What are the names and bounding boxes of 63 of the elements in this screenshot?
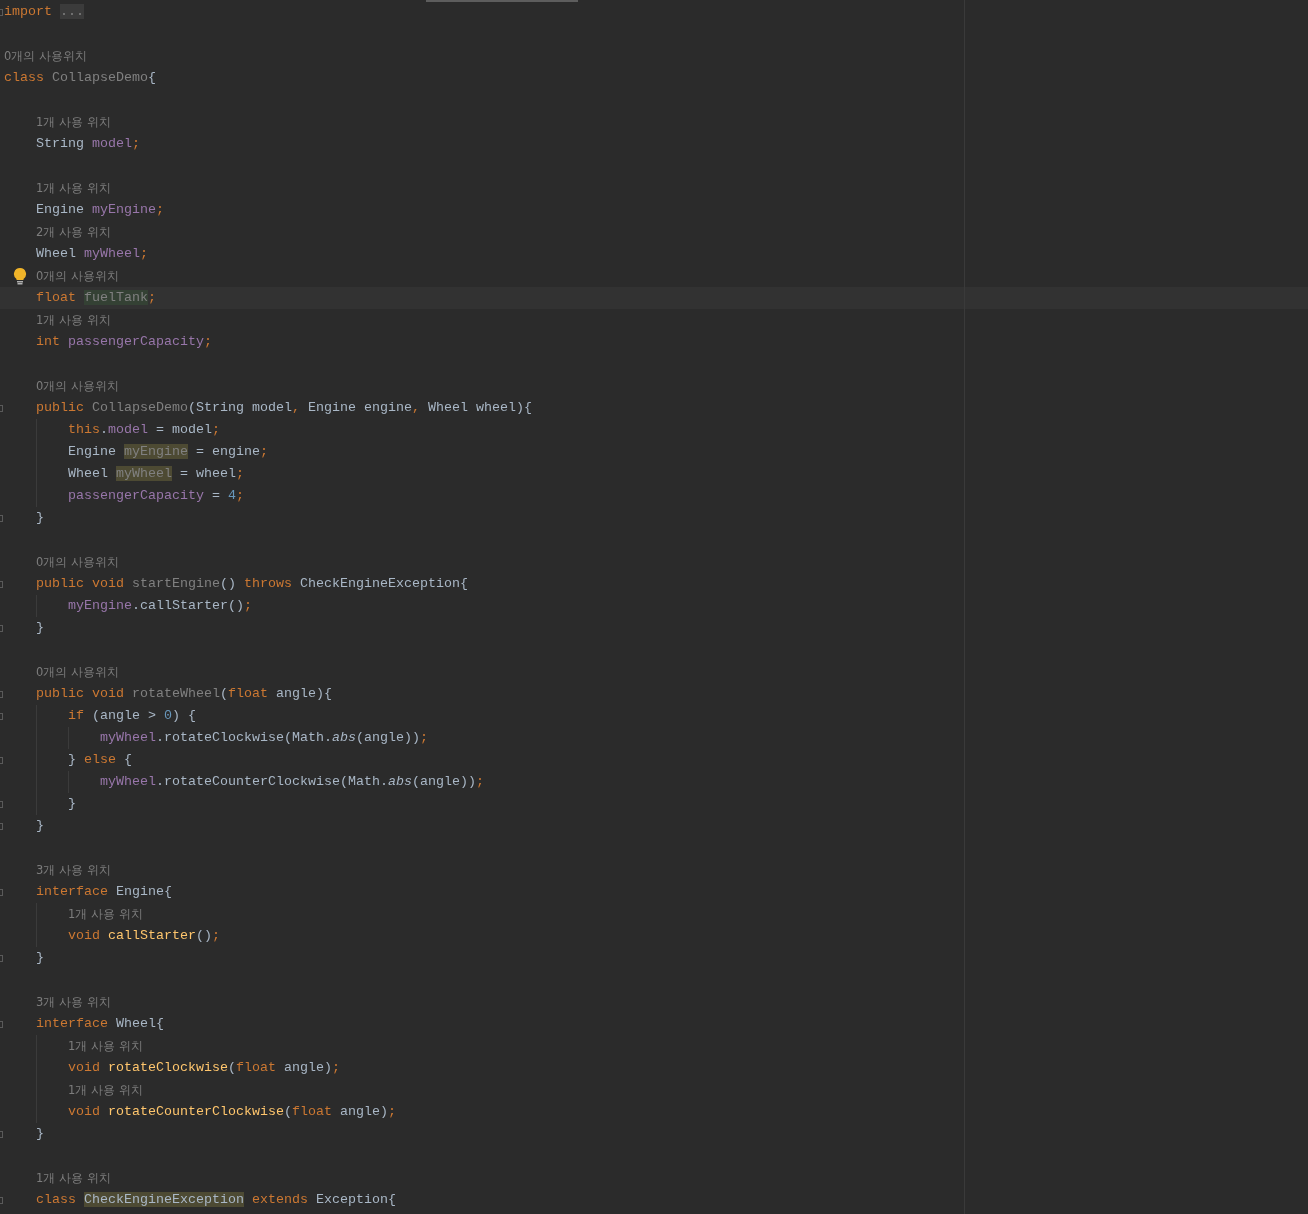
code-line: void rotateCounterClockwise(float angle); xyxy=(68,1103,396,1121)
code-line: passengerCapacity = 4; xyxy=(68,487,244,505)
scrollbar-thumb[interactable] xyxy=(426,0,578,2)
code-line: } xyxy=(36,817,44,835)
code-line: void callStarter(); xyxy=(68,927,220,945)
code-line: } xyxy=(36,1125,44,1143)
code-line: } xyxy=(36,619,44,637)
code-line: myWheel.rotateCounterClockwise(Math.abs(angle)); xyxy=(100,773,484,791)
fold-marker-icon[interactable] xyxy=(0,690,3,698)
fold-marker-icon[interactable] xyxy=(0,712,3,720)
code-line: class CheckEngineException extends Exception{ xyxy=(36,1191,396,1209)
code-line: float fuelTank; xyxy=(36,289,156,307)
fold-marker-icon[interactable] xyxy=(0,580,3,588)
fold-marker-icon[interactable] xyxy=(0,1196,3,1204)
usage-hint[interactable]: 0개의 사용위치 xyxy=(36,265,119,287)
fold-marker-icon[interactable] xyxy=(0,8,3,16)
code-line: } xyxy=(68,795,76,813)
code-line: if (angle > 0) { xyxy=(68,707,196,725)
usage-hint[interactable]: 1개 사용 위치 xyxy=(36,1167,111,1189)
code-line: Wheel myWheel; xyxy=(36,245,148,263)
code-line: public void startEngine() throws CheckEngineException{ xyxy=(36,575,468,593)
usage-hint[interactable]: 1개 사용 위치 xyxy=(68,1035,143,1057)
usage-hint[interactable]: 3개 사용 위치 xyxy=(36,991,111,1013)
code-line: interface Wheel{ xyxy=(36,1015,164,1033)
code-line: interface Engine{ xyxy=(36,883,172,901)
fold-marker-icon[interactable] xyxy=(0,1130,3,1138)
code-line: } else { xyxy=(68,751,132,769)
lightbulb-icon[interactable] xyxy=(13,267,27,285)
code-line: String model; xyxy=(36,135,140,153)
code-line: } xyxy=(36,949,44,967)
usage-hint[interactable]: 1개 사용 위치 xyxy=(36,309,111,331)
fold-marker-icon[interactable] xyxy=(0,404,3,412)
usage-hint[interactable]: 0개의 사용위치 xyxy=(36,551,119,573)
code-line: public CollapseDemo(String model, Engine engine, Wheel wheel){ xyxy=(36,399,532,417)
usage-hint[interactable]: 1개 사용 위치 xyxy=(36,177,111,199)
usage-hint[interactable]: 1개 사용 위치 xyxy=(68,903,143,925)
usage-hint[interactable]: 0개의 사용위치 xyxy=(36,375,119,397)
code-line: public void rotateWheel(float angle){ xyxy=(36,685,332,703)
code-line: } xyxy=(36,509,44,527)
usage-hint[interactable]: 0개의 사용위치 xyxy=(4,45,87,67)
code-line: import ... xyxy=(4,3,84,21)
code-line: int passengerCapacity; xyxy=(36,333,212,351)
code-line: Engine myEngine = engine; xyxy=(68,443,268,461)
fold-marker-icon[interactable] xyxy=(0,888,3,896)
usage-hint[interactable]: 0개의 사용위치 xyxy=(36,661,119,683)
fold-marker-icon[interactable] xyxy=(0,514,3,522)
fold-marker-icon[interactable] xyxy=(0,800,3,808)
code-line: this.model = model; xyxy=(68,421,220,439)
code-line: class CollapseDemo{ xyxy=(4,69,156,87)
usage-hint[interactable]: 1개 사용 위치 xyxy=(36,111,111,133)
code-line: myEngine.callStarter(); xyxy=(68,597,252,615)
code-line: void rotateClockwise(float angle); xyxy=(68,1059,340,1077)
fold-marker-icon[interactable] xyxy=(0,624,3,632)
fold-marker-icon[interactable] xyxy=(0,954,3,962)
usage-hint[interactable]: 3개 사용 위치 xyxy=(36,859,111,881)
code-line: Wheel myWheel = wheel; xyxy=(68,465,244,483)
usage-hint[interactable]: 1개 사용 위치 xyxy=(68,1079,143,1101)
fold-marker-icon[interactable] xyxy=(0,756,3,764)
code-line: myWheel.rotateClockwise(Math.abs(angle)); xyxy=(100,729,428,747)
fold-marker-icon[interactable] xyxy=(0,1020,3,1028)
fold-marker-icon[interactable] xyxy=(0,822,3,830)
usage-hint[interactable]: 2개 사용 위치 xyxy=(36,221,111,243)
code-line: Engine myEngine; xyxy=(36,201,164,219)
